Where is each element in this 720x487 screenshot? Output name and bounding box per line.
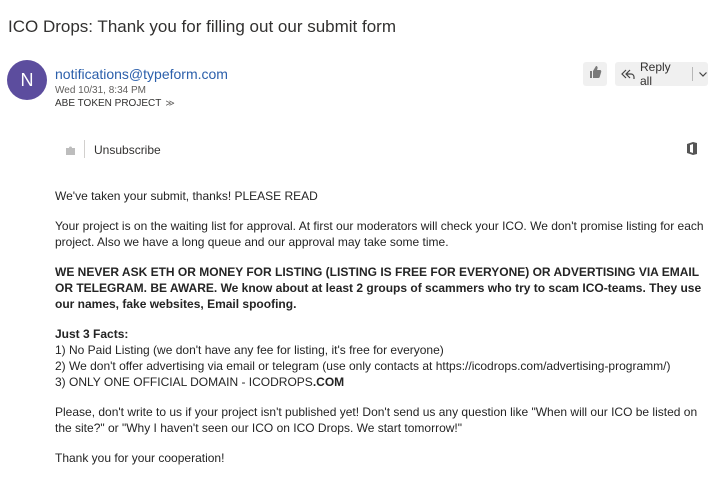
chevron-down-icon[interactable] <box>698 69 708 79</box>
reply-all-icon <box>621 67 635 81</box>
sender-email[interactable]: notifications@typeform.com <box>55 66 228 82</box>
fact-domain-suffix: .COM <box>312 375 345 389</box>
body-waiting-list: Your project is on the waiting list for … <box>55 219 704 249</box>
reply-all-button[interactable]: Reply all <box>615 60 708 88</box>
avatar[interactable]: N <box>7 60 47 100</box>
office-icon[interactable] <box>686 141 698 161</box>
recipient-name: ABE TOKEN PROJECT <box>55 98 162 109</box>
thumbs-up-icon <box>588 65 602 84</box>
recipients[interactable]: ABE TOKEN PROJECT ≫ <box>55 98 175 109</box>
unsubscribe-link[interactable]: Unsubscribe <box>94 143 161 157</box>
fact-item: 2) We don't offer advertising via email … <box>55 359 671 373</box>
facts-list: Just 3 Facts: 1) No Paid Listing (we don… <box>55 326 715 390</box>
divider <box>84 140 85 158</box>
body-intro: We've taken your submit, thanks! PLEASE … <box>55 189 318 203</box>
like-button[interactable] <box>583 62 607 86</box>
body-no-questions: Please, don't write to us if your projec… <box>55 405 698 435</box>
fact-text: 3) ONLY ONE OFFICIAL DOMAIN - ICODROPS <box>55 375 313 389</box>
sent-date: Wed 10/31, 8:34 PM <box>55 85 146 96</box>
reply-all-label: Reply all <box>640 60 671 88</box>
email-subject: ICO Drops: Thank you for filling out our… <box>8 17 397 36</box>
email-body: We've taken your submit, thanks! PLEASE … <box>55 188 715 480</box>
chevron-down-icon[interactable]: ≫ <box>165 98 174 108</box>
fact-item: 3) ONLY ONE OFFICIAL DOMAIN - ICODROPS.C… <box>55 374 715 390</box>
body-thanks: Thank you for your cooperation! <box>55 451 225 465</box>
divider <box>692 67 693 81</box>
facts-title: Just 3 Facts: <box>55 327 129 341</box>
fact-item: 1) No Paid Listing (we don't have any fe… <box>55 343 444 357</box>
puzzle-icon <box>64 143 77 161</box>
body-warning: WE NEVER ASK ETH OR MONEY FOR LISTING (L… <box>55 265 702 311</box>
